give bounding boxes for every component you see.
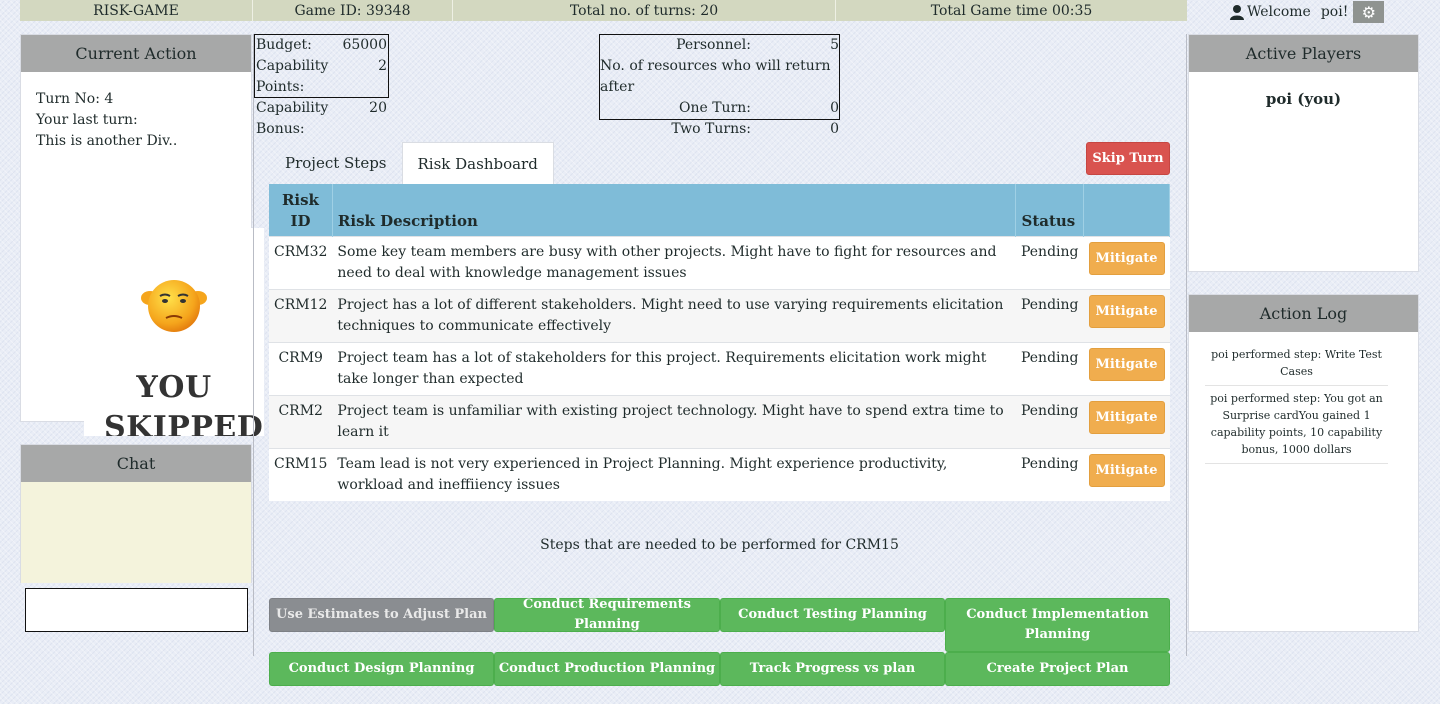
chat-messages (21, 482, 251, 583)
table-header-row: Risk ID Risk Description Status (269, 184, 1170, 236)
col-status: Status (1015, 184, 1084, 236)
mitigate-button[interactable]: Mitigate (1088, 347, 1165, 381)
capability-bonus-value: 20 (369, 100, 387, 116)
risk-description-cell: Project team is unfamiliar with existing… (332, 394, 1016, 448)
step-button-track-progress[interactable]: Track Progress vs plan (720, 652, 945, 686)
risk-status-cell: Pending (1015, 447, 1084, 501)
action-log-title: Action Log (1189, 295, 1418, 332)
risk-action-cell: Mitigate (1083, 341, 1170, 395)
another-div-text: This is another Div.. (36, 133, 178, 149)
risk-id-cell: CRM9 (269, 341, 333, 395)
risk-status-cell: Pending (1015, 235, 1084, 289)
last-turn-label: Your last turn: (36, 112, 138, 128)
gear-icon: ⚙ (1361, 2, 1377, 22)
step-button-design-planning[interactable]: Conduct Design Planning (269, 652, 494, 686)
risk-table: Risk ID Risk Description Status CRM32 Som… (269, 184, 1170, 501)
capability-bonus-label: Capability Bonus: (256, 100, 329, 137)
log-entry: poi performed step: Write Test Cases (1205, 342, 1388, 386)
mitigate-button[interactable]: Mitigate (1088, 294, 1165, 328)
skipped-line-1: YOU (136, 370, 212, 405)
chat-input[interactable] (25, 588, 248, 632)
total-game-time: Total Game time 00:35 (930, 2, 1093, 19)
settings-button[interactable]: ⚙ (1353, 1, 1385, 23)
col-risk-id: Risk ID (269, 184, 333, 236)
user-name: poi! (1320, 4, 1349, 20)
one-turn-value: 0 (830, 100, 839, 116)
capability-points-value: 2 (378, 58, 387, 74)
skipped-notice: YOU SKIPPED (84, 228, 264, 436)
user-icon (1230, 5, 1244, 20)
left-divider (253, 34, 254, 656)
action-log-panel: Action Log poi performed step: Write Tes… (1188, 294, 1419, 632)
right-divider (1186, 34, 1187, 656)
personnel-value: 5 (830, 37, 839, 53)
resources-return-label: No. of resources who will return after (600, 58, 831, 95)
mitigate-button[interactable]: Mitigate (1088, 400, 1165, 434)
player-name: poi (you) (1265, 90, 1342, 108)
table-row: CRM32 Some key team members are busy with… (269, 235, 1170, 289)
game-id: Game ID: 39348 (253, 0, 453, 21)
capability-points-label: Capability Points: (256, 58, 329, 95)
budget-label: Budget: (256, 37, 312, 53)
step-button-use-estimates[interactable]: Use Estimates to Adjust Plan (269, 598, 494, 632)
table-row: CRM15 Team lead is not very experienced i… (269, 447, 1170, 501)
personnel-label: Personnel: (676, 37, 751, 53)
risk-status-cell: Pending (1015, 394, 1084, 448)
current-action-title: Current Action (21, 35, 251, 72)
two-turns-label: Two Turns: (671, 121, 751, 137)
budget-value: 65000 (342, 37, 387, 53)
table-row: CRM2 Project team is unfamiliar with exis… (269, 394, 1170, 448)
two-turns-value: 0 (830, 121, 839, 137)
game-name: RISK-GAME (20, 0, 253, 21)
risk-action-cell: Mitigate (1083, 288, 1170, 342)
risk-description-cell: Some key team members are busy with othe… (332, 235, 1016, 289)
table-row: CRM9 Project team has a lot of stakeholde… (269, 341, 1170, 395)
risk-action-cell: Mitigate (1083, 394, 1170, 448)
risk-status-cell: Pending (1015, 288, 1084, 342)
risk-action-cell: Mitigate (1083, 235, 1170, 289)
total-turns: Total no. of turns: 20 (453, 0, 836, 21)
shrug-smiley-icon (141, 280, 207, 332)
skipped-text: YOU SKIPPED (104, 368, 264, 436)
step-button-testing-planning[interactable]: Conduct Testing Planning (720, 598, 945, 632)
risk-action-cell: Mitigate (1083, 447, 1170, 501)
risk-description-cell: Project team has a lot of stakeholders f… (332, 341, 1016, 395)
welcome-area: Welcome poi! ⚙ (1229, 0, 1385, 24)
budget-box: Budget: 65000 Capability Points: 2 Capab… (254, 34, 389, 137)
one-turn-label: One Turn: (678, 100, 751, 116)
risk-id-cell: CRM2 (269, 394, 333, 448)
chat-title: Chat (21, 445, 251, 482)
top-bar: RISK-GAME Game ID: 39348 Total no. of tu… (20, 0, 1187, 21)
step-button-create-plan[interactable]: Create Project Plan (945, 652, 1170, 686)
log-entry: poi performed step: You got an Surprise … (1205, 386, 1388, 464)
tab-risk-dashboard[interactable]: Risk Dashboard (401, 142, 554, 184)
risk-description-cell: Project has a lot of different stakehold… (332, 288, 1016, 342)
turn-number: Turn No: 4 (36, 91, 114, 107)
tab-project-steps[interactable]: Project Steps (270, 142, 402, 184)
welcome-label: Welcome (1247, 4, 1311, 20)
risk-status-cell: Pending (1015, 341, 1084, 395)
table-row: CRM12 Project has a lot of different stak… (269, 288, 1170, 342)
col-risk-description: Risk Description (332, 184, 1017, 236)
risk-id-cell: CRM15 (269, 447, 333, 501)
chat-panel: Chat (20, 444, 252, 583)
skip-turn-button[interactable]: Skip Turn (1086, 142, 1170, 175)
personnel-box: Personnel: 5 No. of resources who will r… (599, 34, 840, 137)
active-players-panel: Active Players poi (you) (1188, 34, 1419, 272)
mitigate-button[interactable]: Mitigate (1088, 241, 1165, 275)
risk-id-cell: CRM12 (269, 288, 333, 342)
col-action (1083, 184, 1170, 236)
main-tabs: Project Steps Risk Dashboard (270, 142, 554, 184)
mitigate-button[interactable]: Mitigate (1088, 453, 1165, 487)
skipped-line-2: SKIPPED (104, 410, 264, 436)
step-button-implementation-planning[interactable]: Conduct Implementation Planning (945, 598, 1170, 652)
active-players-title: Active Players (1189, 35, 1418, 72)
risk-id-cell: CRM32 (269, 235, 333, 289)
step-button-requirements-planning[interactable]: Conduct Requirements Planning (494, 597, 720, 632)
risk-description-cell: Team lead is not very experienced in Pro… (332, 447, 1016, 501)
step-button-production-planning[interactable]: Conduct Production Planning (494, 652, 720, 686)
steps-title: Steps that are needed to be performed fo… (540, 537, 899, 553)
